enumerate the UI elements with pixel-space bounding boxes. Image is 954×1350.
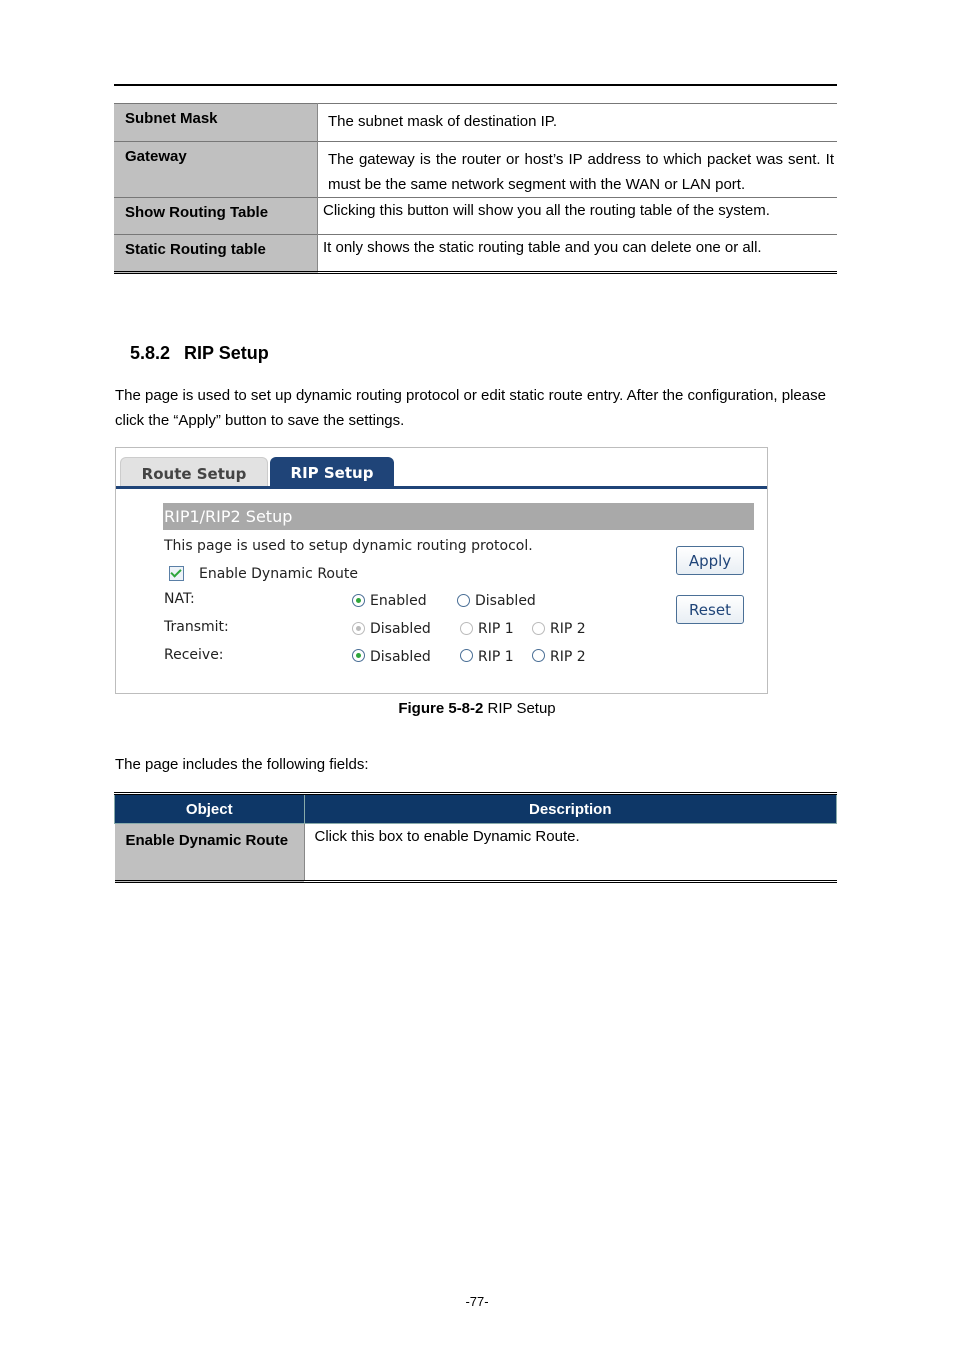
table-row: Show Routing Table Clicking this button …: [114, 197, 837, 235]
tab-rip-setup[interactable]: RIP Setup: [270, 457, 394, 487]
table-row: Subnet Mask The subnet mask of destinati…: [114, 103, 837, 142]
transmit-rip2-label: RIP 2: [550, 621, 586, 637]
page-number: -77-: [465, 1294, 489, 1309]
header-object: Object: [114, 793, 305, 824]
receive-rip2-label: RIP 2: [550, 649, 586, 665]
receive-disabled-radio[interactable]: [352, 649, 365, 662]
object-cell: Subnet Mask: [114, 103, 318, 142]
description-cell: The subnet mask of destination IP.: [317, 103, 837, 142]
transmit-rip2-radio[interactable]: [532, 622, 545, 635]
apply-button[interactable]: Apply: [676, 546, 744, 575]
receive-rip1-radio[interactable]: [460, 649, 473, 662]
receive-disabled-label: Disabled: [370, 649, 431, 665]
transmit-disabled-label: Disabled: [370, 621, 431, 637]
description-cell: Clicking this button will show you all t…: [317, 197, 837, 235]
table-row: Static Routing table It only shows the s…: [114, 234, 837, 274]
object-cell: Gateway: [114, 141, 318, 198]
page-description: This page is used to setup dynamic routi…: [164, 538, 533, 554]
tab-underline: [116, 486, 767, 489]
fields-table: Object Description Enable Dynamic Route …: [114, 792, 837, 883]
fields-intro: The page includes the following fields:: [115, 756, 369, 773]
transmit-rip1-label: RIP 1: [478, 621, 514, 637]
table-row: Enable Dynamic Route Click this box to e…: [114, 823, 837, 883]
transmit-rip1-radio[interactable]: [460, 622, 473, 635]
header-description: Description: [303, 793, 837, 824]
transmit-label: Transmit:: [164, 619, 229, 635]
receive-rip2-radio[interactable]: [532, 649, 545, 662]
description-cell: The gateway is the router or host’s IP a…: [317, 141, 837, 198]
description-cell: Click this box to enable Dynamic Route.: [304, 823, 837, 883]
figure-caption: Figure 5-8-2 RIP Setup: [398, 700, 556, 717]
nat-enabled-label: Enabled: [370, 593, 427, 609]
reset-button[interactable]: Reset: [676, 595, 744, 624]
enable-dynamic-route-checkbox[interactable]: [169, 566, 184, 581]
object-cell: Enable Dynamic Route: [114, 823, 305, 883]
nat-disabled-label: Disabled: [475, 593, 536, 609]
nat-disabled-radio[interactable]: [457, 594, 470, 607]
receive-label: Receive:: [164, 647, 224, 663]
section-title-bar: RIP1/RIP2 Setup: [163, 503, 754, 530]
object-cell: Show Routing Table: [114, 197, 318, 235]
table-header-row: Object Description: [114, 793, 837, 824]
receive-rip1-label: RIP 1: [478, 649, 514, 665]
rip-setup-screenshot: Route Setup RIP Setup RIP1/RIP2 Setup Th…: [115, 447, 768, 694]
section-intro: The page is used to set up dynamic routi…: [115, 387, 826, 429]
enable-dynamic-route-label: Enable Dynamic Route: [199, 566, 358, 582]
nat-label: NAT:: [164, 591, 195, 607]
description-cell: It only shows the static routing table a…: [317, 234, 837, 274]
tab-route-setup[interactable]: Route Setup: [120, 457, 268, 488]
nat-enabled-radio[interactable]: [352, 594, 365, 607]
object-cell: Static Routing table: [114, 234, 318, 274]
routing-fields-table: Subnet Mask The subnet mask of destinati…: [114, 103, 837, 274]
table-row: Gateway The gateway is the router or hos…: [114, 141, 837, 198]
transmit-disabled-radio[interactable]: [352, 622, 365, 635]
section-heading: 5.8.2 RIP Setup: [130, 343, 269, 363]
top-rule: [114, 84, 837, 86]
